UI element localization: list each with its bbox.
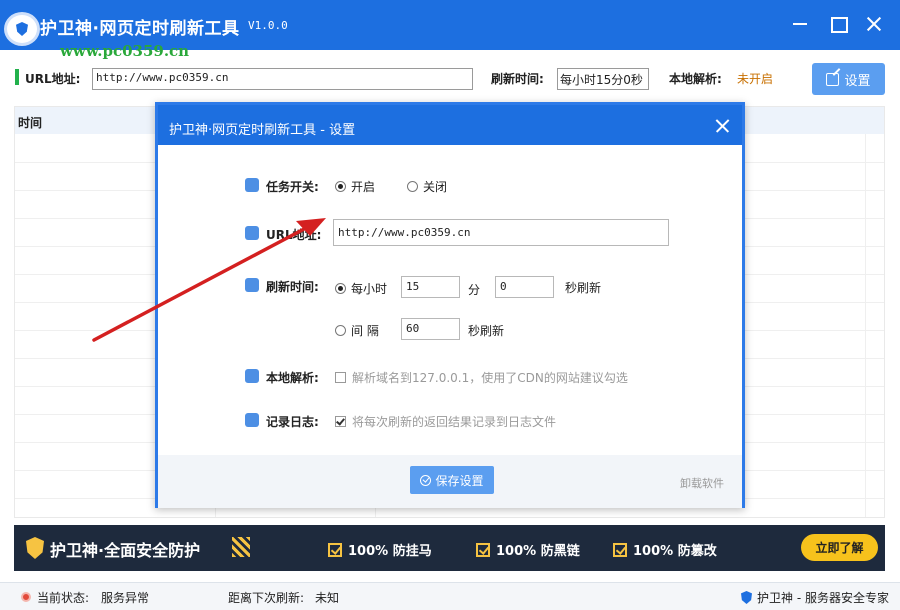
- url-label: URL地址:: [25, 72, 81, 86]
- interval-input[interactable]: 60: [401, 318, 460, 340]
- status-label: 当前状态:: [37, 591, 90, 605]
- shield-icon: [26, 537, 44, 559]
- url-input[interactable]: http://www.pc0359.cn: [92, 68, 473, 90]
- edit-icon: [826, 72, 840, 86]
- refresh-label: 刷新时间:: [491, 72, 544, 86]
- link-icon: [245, 226, 259, 240]
- hourly-radio[interactable]: 每小时: [335, 280, 387, 297]
- close-button[interactable]: [862, 12, 886, 36]
- interval-radio[interactable]: 间 隔: [335, 322, 379, 339]
- refresh-time-field[interactable]: 每小时15分0秒: [557, 68, 649, 90]
- uninstall-link[interactable]: 卸载软件: [680, 475, 724, 491]
- table-header-time: 时间: [18, 116, 43, 130]
- seconds-input[interactable]: 0: [495, 276, 554, 298]
- monitor-icon: [245, 178, 259, 192]
- banner-title: 护卫神·全面安全防护: [50, 541, 201, 560]
- dialog-close-button[interactable]: [713, 116, 733, 136]
- dialog-log-label: 记录日志:: [266, 415, 319, 429]
- dialog-url-label: URL地址:: [266, 228, 322, 242]
- minutes-input[interactable]: 15: [401, 276, 460, 298]
- checkbox-checked-icon: [335, 416, 346, 427]
- sync-icon: [245, 369, 259, 383]
- check-icon: [613, 542, 627, 557]
- brand-link[interactable]: 护卫神 - 服务器安全专家: [757, 589, 889, 606]
- feature-anti-trojan: 100% 防挂马: [328, 540, 432, 559]
- log-checkbox[interactable]: 将每次刷新的返回结果记录到日志文件: [335, 413, 556, 430]
- url-marker: [15, 69, 19, 85]
- status-error-icon: [21, 592, 31, 602]
- learn-more-button[interactable]: 立即了解: [801, 534, 878, 561]
- shield-logo-icon: [4, 12, 40, 46]
- check-icon: [476, 542, 490, 557]
- app-title: 护卫神·网页定时刷新工具: [40, 19, 240, 39]
- dialog-local-label: 本地解析:: [266, 371, 319, 385]
- feature-anti-tamper: 100% 防篡改: [613, 540, 717, 559]
- watermark-text: www.pc0359.cn: [60, 42, 190, 60]
- dialog-url-input[interactable]: http://www.pc0359.cn: [333, 219, 669, 246]
- app-version: V1.0.0: [248, 19, 288, 32]
- next-refresh-label: 距离下次刷新:: [228, 591, 305, 605]
- status-value: 服务异常: [101, 591, 150, 605]
- minutes-unit: 分: [468, 283, 481, 297]
- minimize-button[interactable]: [788, 12, 812, 36]
- settings-button[interactable]: 设置: [812, 63, 885, 95]
- checkbox-unchecked-icon: [335, 372, 346, 383]
- shield-icon: [741, 591, 752, 604]
- dialog-refresh-label: 刷新时间:: [266, 280, 319, 294]
- check-icon: [328, 542, 342, 557]
- radio-unselected-icon: [407, 181, 418, 192]
- settings-dialog: 护卫神·网页定时刷新工具 - 设置 任务开关: 开启 关闭 URL地址: htt…: [155, 102, 745, 508]
- radio-selected-icon: [335, 283, 346, 294]
- refresh-icon: [245, 278, 259, 292]
- radio-selected-icon: [335, 181, 346, 192]
- local-resolve-status: 未开启: [737, 72, 774, 86]
- status-bar: 当前状态: 服务异常 距离下次刷新: 未知 护卫神 - 服务器安全专家: [0, 582, 900, 610]
- seconds-unit: 秒刷新: [565, 281, 602, 295]
- local-resolve-label: 本地解析:: [669, 72, 722, 86]
- dialog-title-bar: 护卫神·网页定时刷新工具 - 设置: [158, 105, 742, 145]
- dialog-title: 护卫神·网页定时刷新工具 - 设置: [169, 123, 356, 138]
- dialog-footer: 保存设置 卸载软件: [158, 455, 742, 508]
- save-settings-button[interactable]: 保存设置: [410, 466, 494, 494]
- local-resolve-checkbox[interactable]: 解析域名到127.0.0.1，使用了CDN的网站建议勾选: [335, 369, 628, 386]
- promo-banner: 护卫神·全面安全防护 100% 防挂马 100% 防黑链 100% 防篡改 立即…: [14, 525, 885, 571]
- check-circle-icon: [420, 474, 432, 486]
- feature-anti-blacklink: 100% 防黑链: [476, 540, 580, 559]
- next-refresh-value: 未知: [315, 591, 340, 605]
- task-off-radio[interactable]: 关闭: [407, 178, 447, 195]
- radio-unselected-icon: [335, 325, 346, 336]
- settings-button-label: 设置: [844, 73, 871, 89]
- task-switch-label: 任务开关:: [266, 180, 319, 194]
- sparkle-icon: [232, 537, 250, 557]
- interval-unit: 秒刷新: [468, 324, 505, 338]
- maximize-button[interactable]: [826, 12, 850, 36]
- task-on-radio[interactable]: 开启: [335, 178, 375, 195]
- log-icon: [245, 413, 259, 427]
